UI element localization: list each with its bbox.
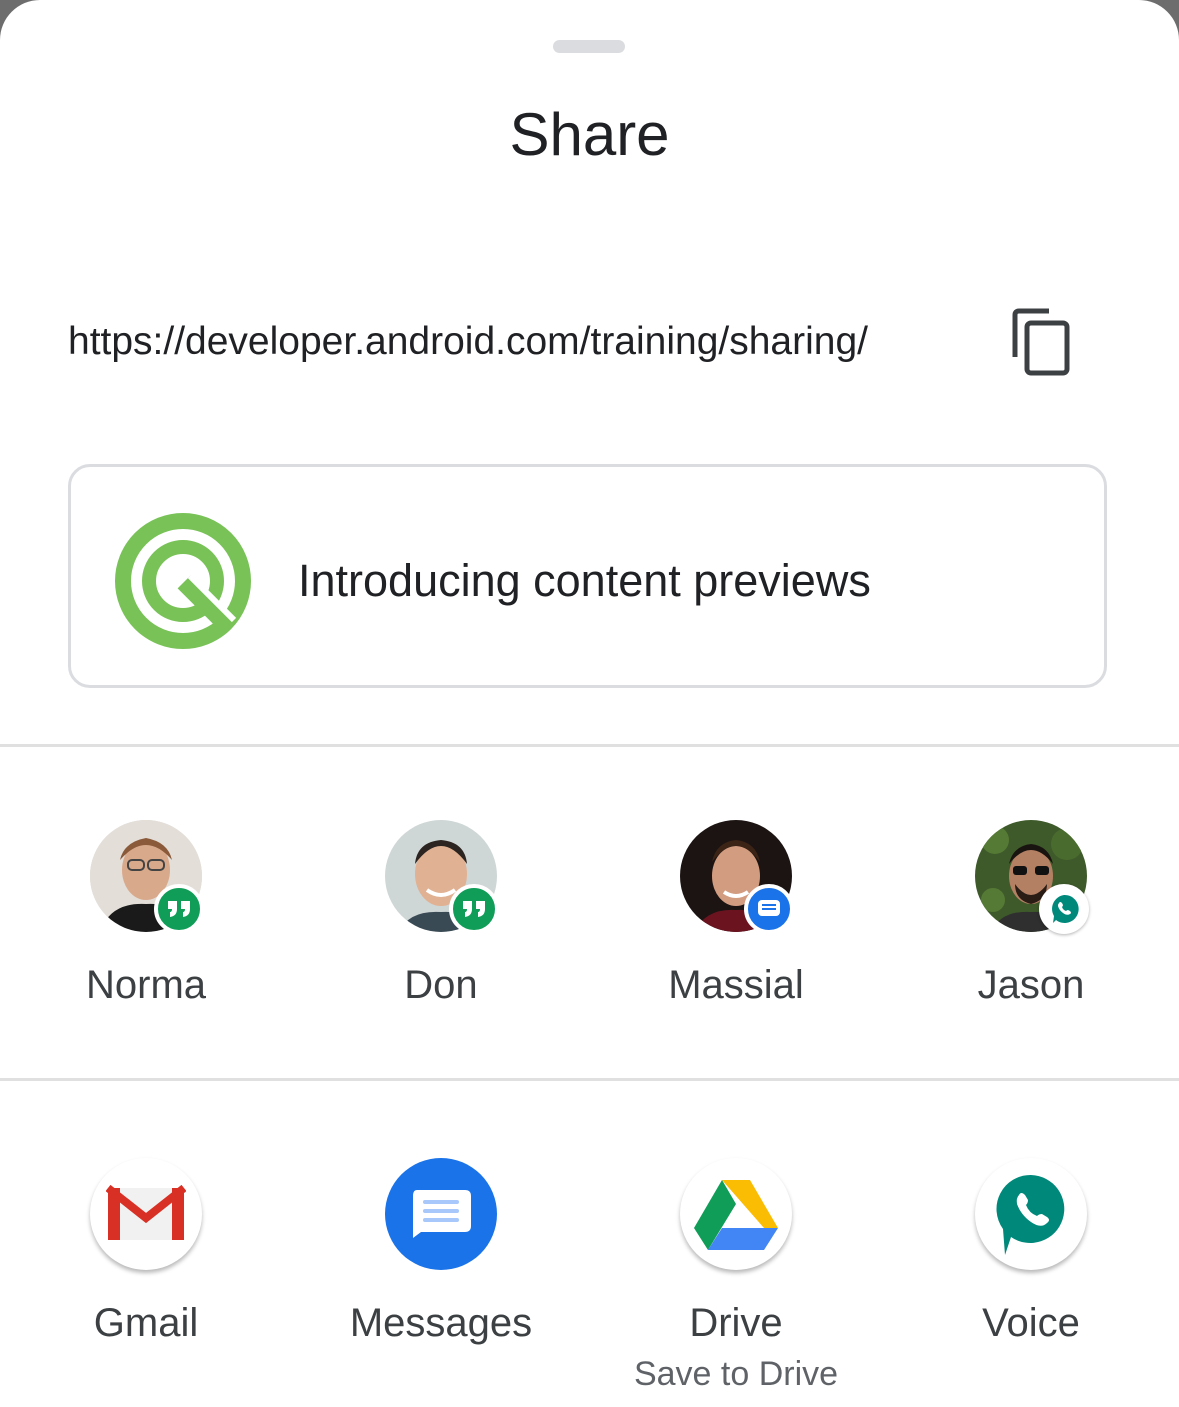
hangouts-badge	[449, 884, 499, 934]
app-icon	[975, 1158, 1087, 1270]
voice-badge	[1039, 884, 1089, 934]
messages-icon	[413, 1190, 471, 1238]
share-sheet: Share https://developer.android.com/trai…	[0, 0, 1179, 1407]
voice-icon	[996, 1174, 1065, 1255]
contact-name: Massial	[668, 963, 804, 1007]
app-label: Gmail	[93, 1301, 199, 1345]
copy-icon	[1012, 308, 1070, 376]
content-preview-card: Introducing content previews	[68, 464, 1107, 688]
copy-button[interactable]	[1002, 300, 1082, 384]
direct-share-target[interactable]: Massial	[626, 820, 846, 1020]
contact-name: Norma	[85, 963, 207, 1007]
drag-handle[interactable]	[553, 40, 625, 53]
contact-name: Jason	[977, 963, 1085, 1007]
contact-name: Don	[404, 963, 478, 1007]
app-target-messages[interactable]: Messages	[331, 1158, 551, 1358]
gmail-icon	[106, 1184, 186, 1240]
android-q-logo	[115, 513, 251, 649]
app-target-drive[interactable]: Drive Save to Drive	[626, 1158, 846, 1398]
app-icon	[385, 1158, 497, 1270]
drive-icon	[694, 1180, 778, 1250]
app-label: Voice	[982, 1301, 1080, 1345]
app-label: Drive	[689, 1301, 783, 1345]
app-target-voice[interactable]: Voice	[921, 1158, 1141, 1358]
app-label: Messages	[349, 1301, 533, 1345]
hangouts-badge	[154, 884, 204, 934]
app-icon	[90, 1158, 202, 1270]
hangouts-icon	[168, 901, 190, 917]
voice-icon	[1052, 894, 1079, 923]
direct-share-target[interactable]: Norma	[36, 820, 256, 1020]
app-sublabel: Save to Drive	[633, 1355, 839, 1393]
hangouts-icon	[463, 901, 485, 917]
app-icon	[680, 1158, 792, 1270]
messages-badge	[744, 884, 794, 934]
divider	[0, 1078, 1179, 1081]
preview-title: Introducing content previews	[298, 555, 871, 606]
direct-share-target[interactable]: Jason	[921, 820, 1141, 1020]
share-url: https://developer.android.com/training/s…	[68, 320, 868, 363]
divider	[0, 744, 1179, 747]
direct-share-target[interactable]: Don	[331, 820, 551, 1020]
sheet-title: Share	[509, 101, 670, 168]
messages-icon	[758, 900, 780, 916]
app-target-gmail[interactable]: Gmail	[36, 1158, 256, 1358]
